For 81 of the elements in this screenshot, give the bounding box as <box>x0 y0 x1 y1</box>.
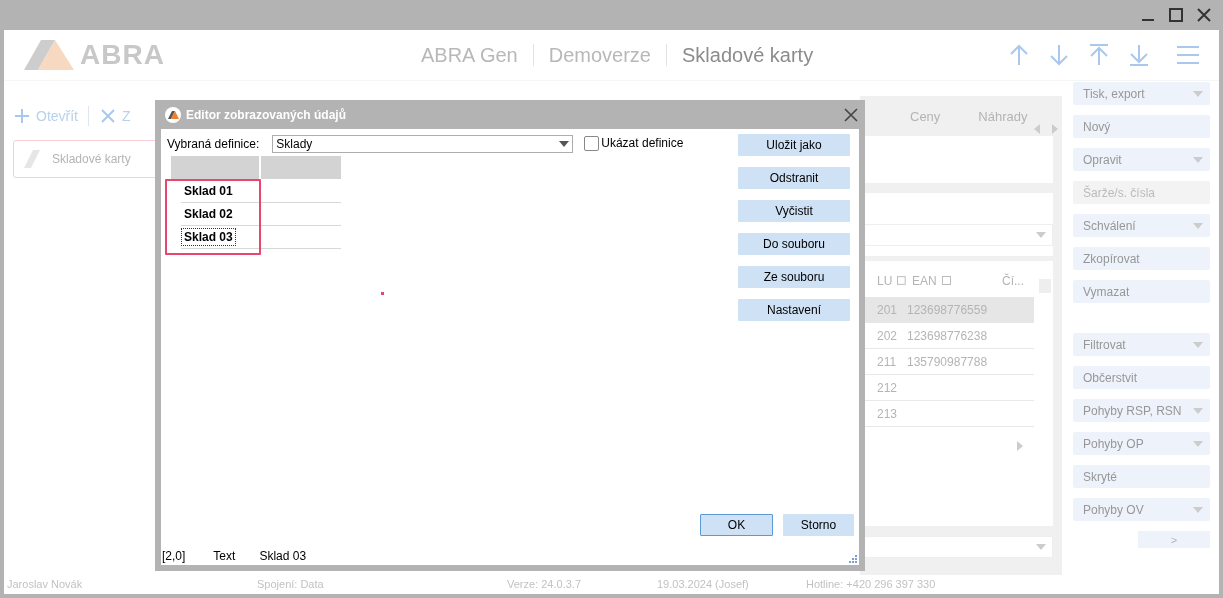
close-icon <box>101 109 115 123</box>
caret-icon <box>1036 232 1046 238</box>
filter-box-icon <box>897 276 906 285</box>
breadcrumb-item[interactable]: Skladové karty <box>682 43 814 67</box>
close-icon[interactable] <box>1197 8 1211 22</box>
status-text: Hotline: +420 296 397 330 <box>806 578 936 590</box>
dialog-button[interactable]: Ze souboru <box>738 266 850 288</box>
caret-icon <box>1193 341 1203 348</box>
action-button[interactable]: Nový <box>1073 115 1210 138</box>
tab[interactable]: Náhrady <box>978 108 1028 124</box>
field-label: Vybraná definice: <box>167 137 260 151</box>
dialog-button[interactable]: Uložit jako <box>738 134 850 156</box>
caret-icon <box>559 141 570 147</box>
toolbar-button[interactable]: Otevřít <box>13 108 78 124</box>
caret-icon <box>1193 407 1203 414</box>
dialog-button[interactable]: Vyčistit <box>738 200 850 222</box>
filter-box-icon <box>941 276 951 285</box>
menu-icon[interactable] <box>1177 46 1199 64</box>
arrow-up-icon[interactable] <box>1009 44 1029 66</box>
caret-icon <box>1036 544 1046 550</box>
resize-grip-icon[interactable] <box>849 555 857 563</box>
status-text: Spojení: Data <box>257 578 324 590</box>
table-cell: 123698776238 <box>907 328 988 343</box>
scroll-arrows-icon[interactable] <box>1033 124 1059 134</box>
dialog-status-text: Text <box>213 549 236 563</box>
breadcrumb-item[interactable]: ABRA Gen <box>421 43 518 67</box>
definition-select[interactable]: Sklady <box>272 135 574 153</box>
action-button[interactable]: Pohyby RSP, RSN <box>1073 399 1210 422</box>
close-icon[interactable] <box>844 107 858 122</box>
action-button[interactable]: Zkopírovat <box>1073 247 1210 270</box>
logo-icon <box>24 40 76 70</box>
dialog-button[interactable]: Odstranit <box>738 167 850 189</box>
action-button[interactable]: Tisk, export <box>1073 82 1210 105</box>
card-icon <box>24 150 40 168</box>
scroll-right-icon[interactable] <box>1017 441 1023 451</box>
more-button[interactable]: > <box>1138 531 1210 548</box>
dialog-button[interactable]: Do souboru <box>738 233 850 255</box>
show-definition-checkbox[interactable]: Ukázat definice <box>584 135 684 151</box>
action-button[interactable]: Pohyby OP <box>1073 432 1210 455</box>
column-header[interactable]: EAN <box>906 273 1002 288</box>
status-text: Jaroslav Novák <box>7 578 83 590</box>
action-button[interactable]: Vymazat <box>1073 280 1210 303</box>
table-cell-text: 202 <box>876 328 899 343</box>
caret-icon <box>1193 222 1203 229</box>
action-button[interactable]: Občerstvit <box>1073 366 1210 389</box>
caret-icon <box>1193 156 1203 163</box>
table-cell-text: 213 <box>876 406 899 421</box>
dialog-status-text: [2,0] <box>162 549 186 563</box>
grid-cell[interactable]: Sklad 02 <box>181 205 236 223</box>
arrow-to-bottom-icon[interactable] <box>1129 44 1149 66</box>
arrow-down-icon[interactable] <box>1049 44 1069 66</box>
toolbar-button[interactable]: Z <box>99 108 131 124</box>
caret-icon <box>1193 90 1203 97</box>
status-text: Verze: 24.0.3.7 <box>507 578 581 590</box>
status-text: 19.03.2024 (Josef) <box>657 578 749 590</box>
dialog-status-text: Sklad 03 <box>259 549 307 563</box>
arrow-to-top-icon[interactable] <box>1089 44 1109 66</box>
action-button[interactable]: Pohyby OV <box>1073 498 1210 521</box>
dialog-title: Editor zobrazovaných údajů <box>186 107 347 122</box>
action-button[interactable]: Skryté <box>1073 465 1210 488</box>
caret-icon <box>1193 440 1203 447</box>
grid-cell[interactable]: Sklad 01 <box>181 182 236 200</box>
card-label: Skladové karty <box>52 152 131 166</box>
app-logo-icon <box>165 106 181 123</box>
column-header[interactable]: Čí... <box>1002 273 1024 288</box>
caret-icon <box>1193 506 1203 513</box>
breadcrumb-item[interactable]: Demoverze <box>548 43 651 67</box>
grid-cell[interactable]: Sklad 03 <box>181 228 236 246</box>
table-cell-text: 211 <box>876 354 898 369</box>
table-cell: 135790987788 <box>907 354 988 369</box>
action-button[interactable]: Schválení <box>1073 214 1210 237</box>
cancel-button[interactable]: Storno <box>783 514 854 536</box>
maximize-icon[interactable] <box>1169 8 1183 22</box>
tab[interactable]: Ceny <box>910 108 941 124</box>
ok-button[interactable]: OK <box>700 514 773 536</box>
plus-icon <box>15 109 29 123</box>
action-button[interactable]: Opravit <box>1073 148 1210 171</box>
action-button[interactable]: Filtrovat <box>1073 333 1210 356</box>
dialog-button[interactable]: Nastavení <box>738 299 850 321</box>
column-header[interactable]: LU <box>860 273 906 288</box>
table-cell-text: 212 <box>876 380 899 395</box>
